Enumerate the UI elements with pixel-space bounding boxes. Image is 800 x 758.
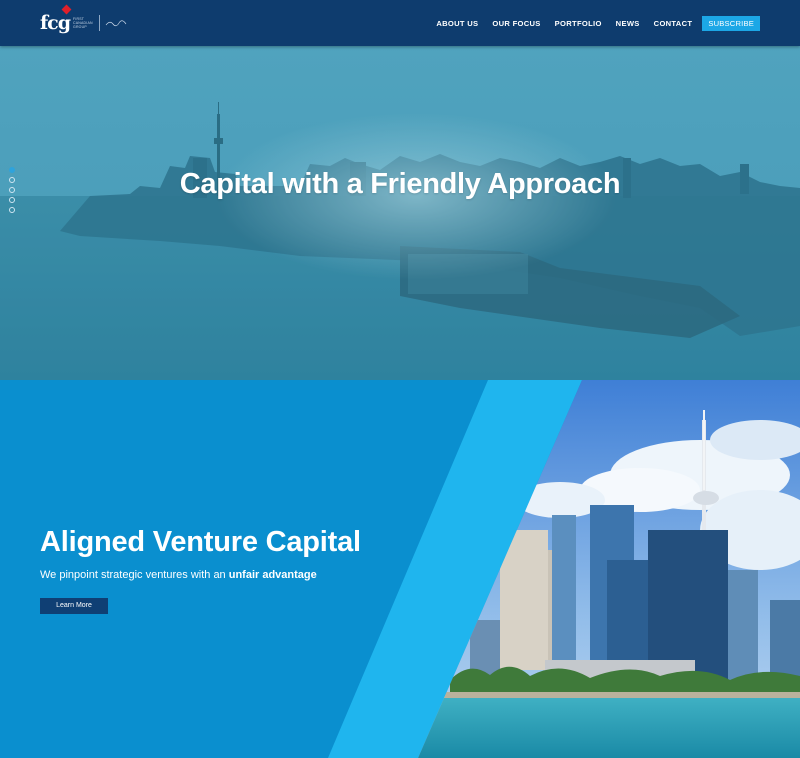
main-menu: ABOUT US OUR FOCUS PORTFOLIO NEWS CONTAC…	[422, 16, 760, 31]
nav-our-focus[interactable]: OUR FOCUS	[492, 19, 540, 28]
fcg-logo[interactable]: fcg FIRST CANADIAN GROUP	[40, 4, 127, 36]
aligned-venture-section: Aligned Venture Capital We pinpoint stra…	[0, 380, 800, 758]
logo-mark: fcg	[40, 12, 71, 34]
toronto-skyline-image	[0, 46, 800, 380]
section-subtitle: We pinpoint strategic ventures with an u…	[40, 569, 317, 581]
nav-contact[interactable]: CONTACT	[654, 19, 693, 28]
logo-subtitle: FIRST CANADIAN GROUP	[73, 17, 93, 29]
hero-banner: Capital with a Friendly Approach	[0, 46, 800, 380]
subtitle-text: We pinpoint strategic ventures with an	[40, 569, 229, 581]
hero-title: Capital with a Friendly Approach	[179, 168, 621, 200]
top-navigation: fcg FIRST CANADIAN GROUP ABOUT US OUR FO…	[0, 0, 800, 46]
nav-about-us[interactable]: ABOUT US	[436, 19, 478, 28]
nav-portfolio[interactable]: PORTFOLIO	[555, 19, 602, 28]
subscribe-button[interactable]: SUBSCRIBE	[702, 16, 760, 31]
signature-icon	[105, 19, 127, 27]
learn-more-button[interactable]: Learn More	[40, 598, 108, 614]
subtitle-emphasis: unfair advantage	[228, 569, 317, 581]
section-title: Aligned Venture Capital	[40, 526, 361, 558]
nav-news[interactable]: NEWS	[616, 19, 640, 28]
slide-dot-5[interactable]	[9, 207, 15, 213]
logo-divider	[98, 15, 100, 31]
logo-line-3: GROUP	[73, 25, 87, 29]
